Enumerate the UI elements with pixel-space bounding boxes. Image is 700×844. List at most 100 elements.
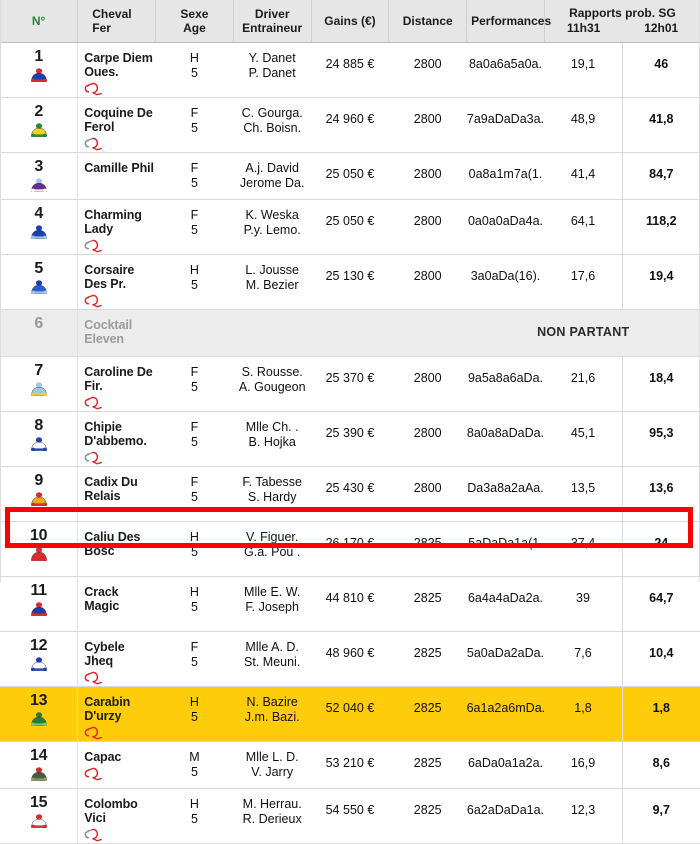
- rapport-1131-value: 17,6: [570, 269, 596, 283]
- horse-sex: F: [190, 161, 199, 175]
- col-header-horse[interactable]: Cheval Fer: [77, 0, 157, 43]
- horse-sex: H: [189, 530, 199, 544]
- table-row[interactable]: 5 Corsaire Des Pr. H 5 L. Jousse M. Bezier 25 …: [0, 254, 700, 310]
- row-horse-cell[interactable]: Charming Lady: [77, 199, 156, 255]
- row-distance-cell: 2800: [388, 411, 467, 467]
- table-row[interactable]: 14 Capac M 5 Mlle L. D. V. Jarry 53 210 €2825 6…: [0, 741, 700, 789]
- row-sex-cell: F5: [155, 631, 234, 687]
- table-row[interactable]: 4 Charming Lady F 5 K. Weska P.y. Lemo. 25 050…: [0, 199, 700, 255]
- rapport-1131-value: 37,4: [570, 536, 596, 550]
- row-number-cell: 12: [0, 631, 79, 687]
- driver-name: M. Herrau.: [242, 797, 302, 811]
- driver-name: C. Gourga.: [241, 106, 303, 120]
- gains-value: 44 810 €: [325, 591, 375, 605]
- distance-value: 2800: [413, 112, 442, 126]
- row-distance-cell: 2800: [388, 466, 467, 522]
- distance-value: 2825: [413, 756, 442, 770]
- deferre-icon: [84, 137, 103, 151]
- deferre-icon: [84, 671, 103, 685]
- table-row[interactable]: 8 Chipie D'abbemo. F 5 Mlle Ch. . B. Hojka 25 …: [0, 411, 700, 467]
- row-gains-cell: [311, 309, 389, 357]
- row-horse-cell[interactable]: Camille Phil: [77, 152, 156, 200]
- row-horse-cell[interactable]: Carpe Diem Oues.: [77, 42, 156, 98]
- row-driver-cell: S. Rousse. A. Gougeon: [233, 356, 312, 412]
- col-header-distance[interactable]: Distance: [388, 0, 468, 43]
- table-row[interactable]: 6 Cocktail Eleven NON PARTANT: [0, 309, 700, 357]
- jockey-silk-icon: [30, 280, 47, 294]
- table-row[interactable]: 9 Cadix Du Relais F 5 F. Tabesse S. Hardy 25 4…: [0, 466, 700, 522]
- table-row[interactable]: 11 Crack Magic H 5 Mlle E. W. F. Joseph 44 810…: [0, 576, 700, 632]
- table-row[interactable]: 7 Caroline De Fir. F 5 S. Rousse. A. Gougeon 2…: [0, 356, 700, 412]
- performances-value: 8a0a8aDaDa.: [466, 426, 545, 440]
- row-rapport-1131-cell: 64,1: [544, 199, 623, 255]
- row-rapport-1201-cell: 1,8: [621, 686, 700, 742]
- row-horse-cell[interactable]: Coquine De Ferol: [77, 97, 156, 153]
- table-row[interactable]: 10 Caliu Des Bosc H 5 V. Figuer. G.a. Pou . 26…: [0, 521, 700, 577]
- row-number-cell: 7: [0, 356, 79, 412]
- jockey-silk-icon: [30, 547, 47, 561]
- row-rapport-1131-cell: 39: [544, 576, 623, 632]
- trainer-name: V. Jarry: [251, 765, 294, 779]
- trainer-name: P.y. Lemo.: [243, 223, 301, 237]
- row-horse-cell[interactable]: Caroline De Fir.: [77, 356, 156, 412]
- horse-sex: H: [189, 585, 199, 599]
- rapport-1131-value: 7,6: [574, 646, 592, 660]
- row-horse-cell[interactable]: Cybele Jheq: [77, 631, 156, 687]
- horse-name: Camille Phil: [84, 161, 154, 175]
- jockey-silk-icon: [30, 602, 47, 616]
- table-row[interactable]: 1 Carpe Diem Oues. H 5 Y. Danet P. Danet 24 88…: [0, 42, 700, 98]
- rapport-1201-value: 1,8: [652, 701, 670, 715]
- driver-name: Mlle A. D.: [245, 640, 299, 654]
- non-partant-badge: NON PARTANT: [466, 309, 700, 357]
- rapport-1201-value: 46: [654, 57, 669, 71]
- row-horse-cell[interactable]: Capac: [77, 741, 156, 789]
- row-gains-cell: 25 390 €: [311, 411, 389, 467]
- row-horse-cell[interactable]: Cocktail Eleven: [77, 309, 156, 357]
- table-row[interactable]: 15 Colombo Vici H 5 M. Herrau. R. Derieux 54 5…: [0, 788, 700, 844]
- row-driver-cell: Mlle A. D. St. Meuni.: [233, 631, 312, 687]
- row-horse-cell[interactable]: Caliu Des Bosc: [77, 521, 156, 577]
- row-rapport-1201-cell: 46: [621, 42, 700, 98]
- row-number-cell: 8: [0, 411, 79, 467]
- performances-value: 7a9aDaDa3a.: [466, 112, 545, 126]
- distance-value: 2800: [413, 214, 442, 228]
- driver-name: L. Jousse: [245, 263, 299, 277]
- row-sex-cell: F5: [155, 199, 234, 255]
- rapport-1201-value: 18,4: [649, 371, 674, 385]
- shoe-placeholder: [84, 177, 155, 193]
- col-header-gains[interactable]: Gains (€): [311, 0, 390, 43]
- row-performances-cell: 6a4a4aDa2a.: [466, 576, 545, 632]
- col-header-driver[interactable]: Driver Entraineur: [233, 0, 312, 43]
- horse-sex: F: [190, 365, 199, 379]
- col-header-performances[interactable]: Performances: [466, 0, 551, 43]
- row-driver-cell: Mlle L. D. V. Jarry: [233, 741, 312, 789]
- col-header-rapports[interactable]: Rapports prob. SG 11h31 12h01: [544, 0, 700, 43]
- col-header-sex[interactable]: Sexe Age: [155, 0, 234, 43]
- row-horse-cell[interactable]: Chipie D'abbemo.: [77, 411, 156, 467]
- table-row[interactable]: 12 Cybele Jheq F 5 Mlle A. D. St. Meuni. 48 96…: [0, 631, 700, 687]
- row-distance-cell: 2800: [388, 356, 467, 412]
- row-horse-cell[interactable]: Colombo Vici: [77, 788, 156, 844]
- col-header-driver-line2: Entraineur: [242, 20, 303, 35]
- horse-age: 5: [190, 176, 198, 190]
- deferre-icon: [84, 451, 103, 465]
- row-number-cell: 3: [0, 152, 79, 200]
- row-horse-cell[interactable]: Crack Magic: [77, 576, 156, 632]
- deferre-icon: [84, 82, 103, 96]
- jockey-silk-icon: [30, 123, 47, 137]
- table-row[interactable]: 2 Coquine De Ferol F 5 C. Gourga. Ch. Boisn. 2…: [0, 97, 700, 153]
- col-header-number[interactable]: N°: [0, 0, 79, 43]
- horse-name: Capac: [84, 750, 122, 764]
- row-horse-cell[interactable]: Cadix Du Relais: [77, 466, 156, 522]
- row-rapport-1131-cell: 41,4: [544, 152, 623, 200]
- gains-value: 54 550 €: [325, 803, 375, 817]
- row-gains-cell: 52 040 €: [311, 686, 389, 742]
- row-horse-cell[interactable]: Corsaire Des Pr.: [77, 254, 156, 310]
- row-driver-cell: Y. Danet P. Danet: [233, 42, 312, 98]
- table-row[interactable]: 13 Carabin D'urzy H 5 N. Bazire J.m. Bazi. 52 …: [0, 686, 700, 742]
- table-row[interactable]: 3 Camille Phil F 5 A.j. David Jerome Da. 25 05…: [0, 152, 700, 200]
- row-performances-cell: 6aDa0a1a2a.: [466, 741, 545, 789]
- row-horse-cell[interactable]: Carabin D'urzy: [77, 686, 156, 742]
- performances-value: 6aDa0a1a2a.: [467, 756, 544, 770]
- rapport-1131-value: 1,8: [574, 701, 592, 715]
